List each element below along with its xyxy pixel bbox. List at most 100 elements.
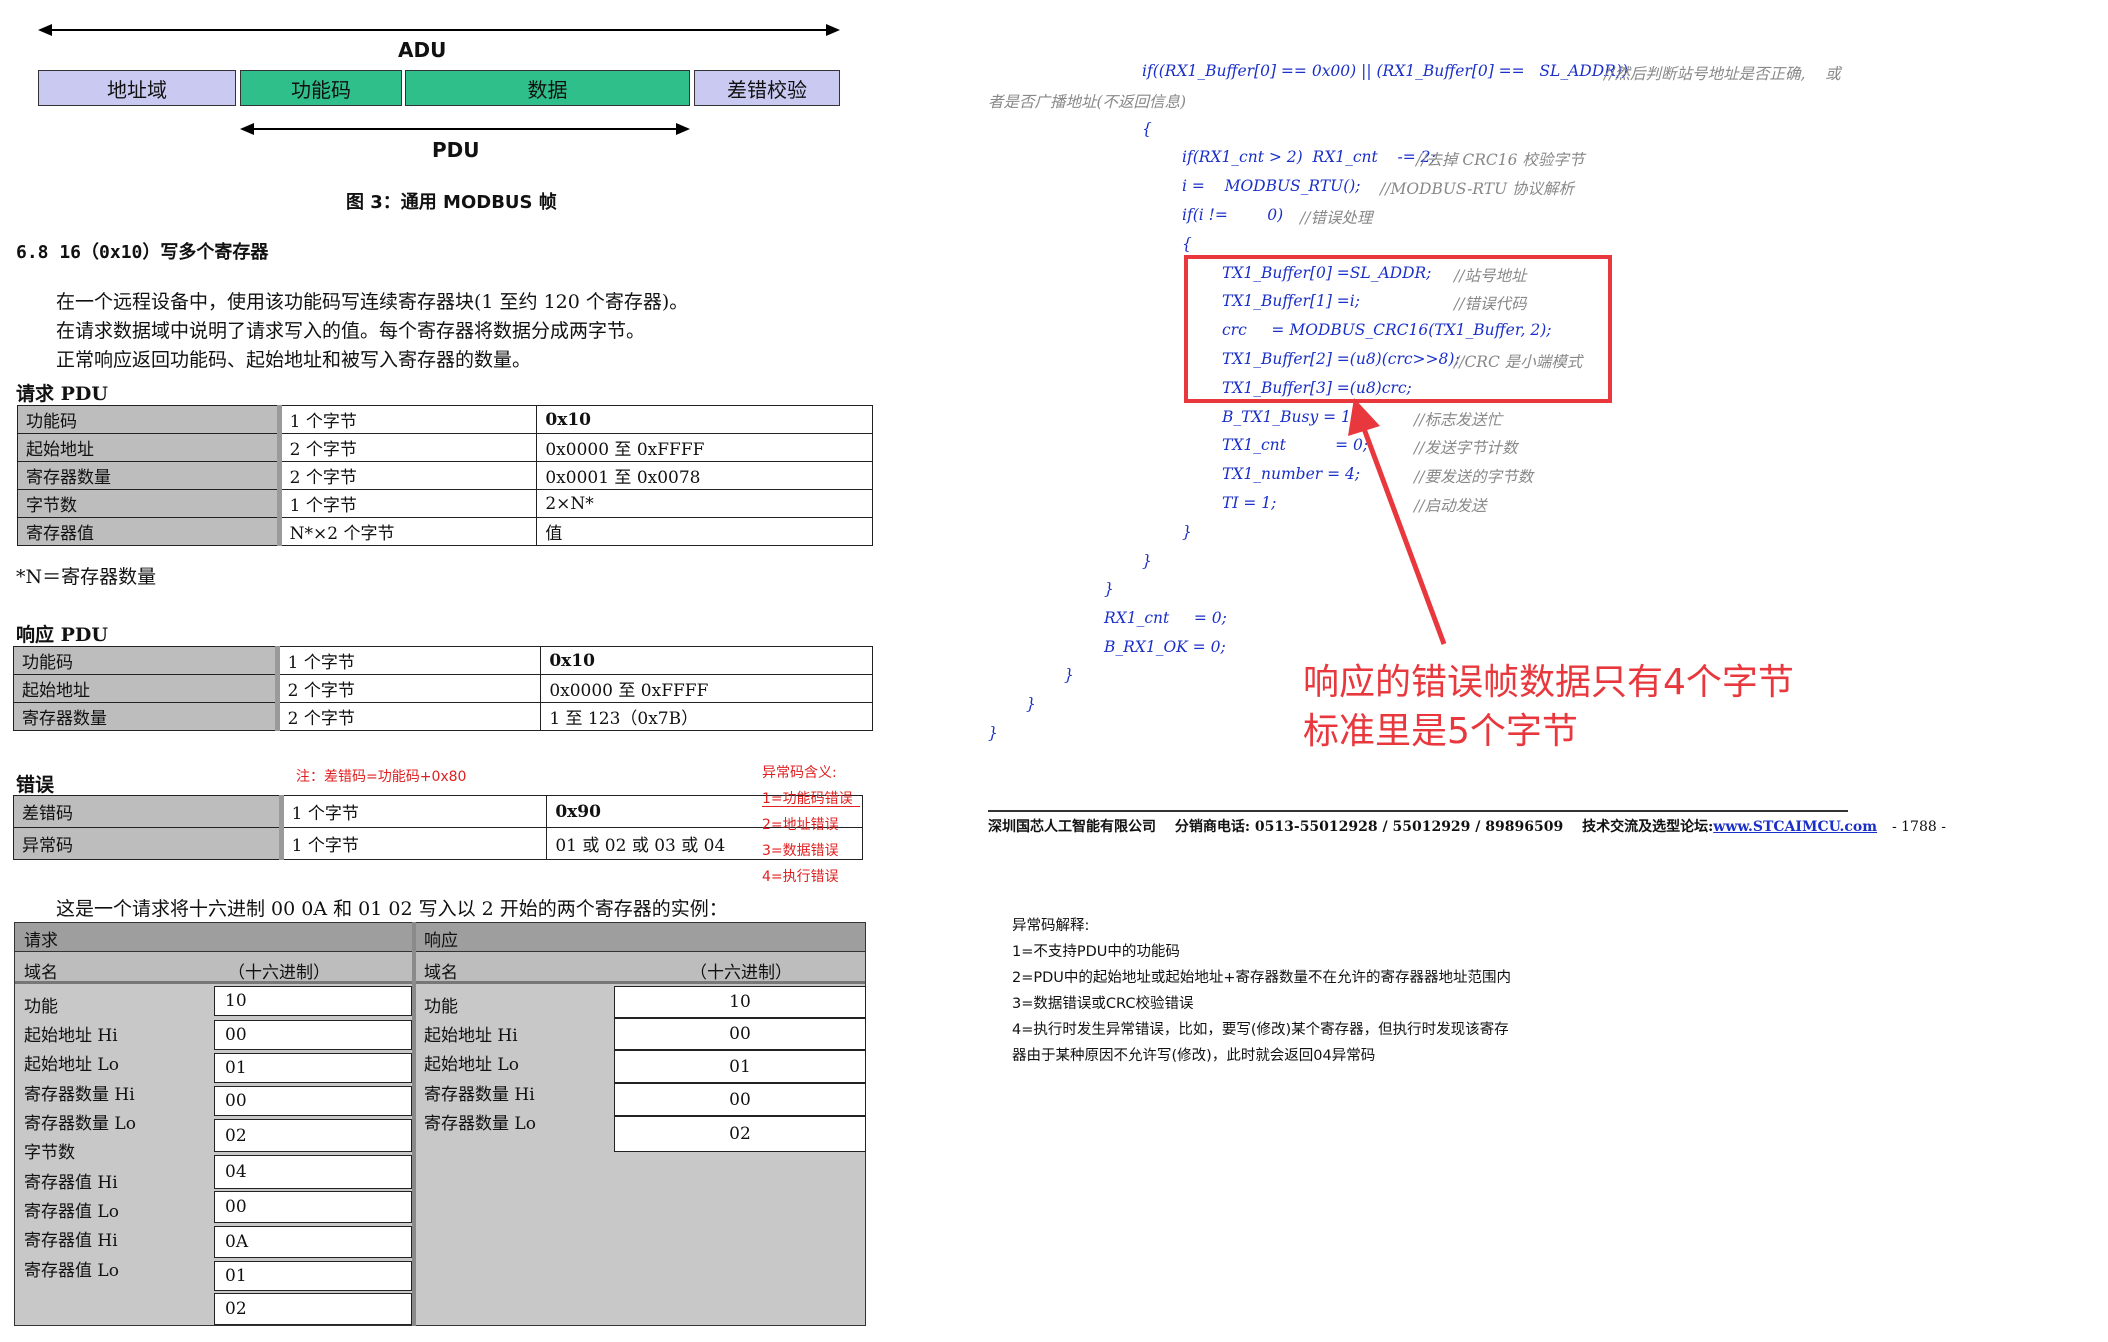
code-line: } [1026, 695, 1036, 713]
request-pdu-table: 功能码 1 个字节 0x10 起始地址 2 个字节 0x0000 至 0xFFFF 寄存… [17, 405, 873, 546]
field-value: 0x0000 至 0xFFFF [540, 674, 873, 703]
section-para-3: 正常响应返回功能码、起始地址和被写入寄存器的数量。 [56, 349, 532, 371]
footer-page-number: - 1788 - [1891, 819, 1946, 835]
error-pdu-title: 错误 [16, 774, 55, 796]
example-request-hex-label: （十六进制） [228, 963, 330, 983]
code-line: { [1142, 120, 1152, 138]
field-value: 0x0000 至 0xFFFF [536, 433, 873, 462]
example-response-field: 起始地址 Lo [424, 1055, 519, 1075]
table-row: 差错码 1 个字节 0x90 [13, 795, 863, 828]
example-intro: 这是一个请求将十六进制 00 0A 和 01 02 写入以 2 开始的两个寄存器… [56, 898, 728, 920]
explain-item: 器由于某种原因不允许写(修改)，此时就会返回04异常码 [1012, 1048, 1376, 1064]
example-response-hex-label: （十六进制） [690, 963, 792, 983]
exception-underline [762, 806, 860, 807]
example-response-value: 02 [614, 1116, 866, 1152]
exception-item: 1=功能码错误 [762, 791, 853, 807]
table-row: 功能码 1 个字节 0x10 [13, 646, 873, 675]
table-row: 异常码 1 个字节 01 或 02 或 03 或 04 [13, 827, 863, 860]
pdu-arrow-line [252, 128, 677, 130]
footer-forum-link[interactable]: www.STCAIMCU.com [1713, 819, 1877, 835]
field-name: 寄存器数量 [13, 702, 280, 731]
field-name: 起始地址 [13, 674, 280, 703]
pdu-arrow-right [676, 123, 690, 135]
example-request-value: 0A [214, 1226, 412, 1258]
error-note: 注：差错码=功能码+0x80 [296, 769, 467, 785]
example-response-field: 寄存器数量 Hi [424, 1085, 535, 1105]
explain-item: 2=PDU中的起始地址或起始地址+寄存器数量不在允许的寄存器器地址范围内 [1012, 970, 1512, 986]
annotation-arrow-head [1348, 398, 1380, 436]
code-line: B_RX1_OK = 0; [1104, 638, 1226, 656]
code-line: if(RX1_cnt > 2) RX1_cnt -= 2; [1182, 148, 1436, 166]
explain-title: 异常码解释: [1012, 918, 1090, 934]
field-size: 2 个字节 [278, 461, 538, 490]
code-line: } [1182, 523, 1192, 541]
adu-arrow-right [826, 24, 840, 36]
exception-item: 3=数据错误 [762, 843, 839, 859]
field-name: 寄存器值 [17, 517, 282, 546]
code-line: } [988, 724, 998, 742]
table-row: 功能码 1 个字节 0x10 [17, 405, 873, 434]
example-response-field: 寄存器数量 Lo [424, 1114, 536, 1134]
section-title: 6.8 16（0x10）写多个寄存器 [16, 242, 269, 263]
request-pdu-title: 请求 PDU [16, 383, 108, 405]
field-size: 2 个字节 [276, 702, 542, 731]
example-response-header: 响应 [424, 931, 458, 951]
field-size: N*×2 个字节 [278, 517, 538, 546]
field-name: 寄存器数量 [17, 461, 282, 490]
example-request-value: 00 [214, 1020, 412, 1050]
code-comment: //错误处理 [1300, 209, 1373, 227]
frame-box-address: 地址域 [38, 70, 236, 106]
field-name: 功能码 [13, 646, 280, 675]
section-para-2: 在请求数据域中说明了请求写入的值。每个寄存器将数据分成两字节。 [56, 320, 646, 342]
example-request-field: 寄存器数量 Lo [24, 1114, 136, 1134]
field-value: 0x0001 至 0x0078 [536, 461, 873, 490]
example-response-field-label: 域名 [424, 963, 458, 983]
frame-box-crc: 差错校验 [694, 70, 840, 106]
example-request-field: 寄存器数量 Hi [24, 1085, 135, 1105]
field-size: 1 个字节 [278, 405, 538, 434]
field-name: 差错码 [13, 795, 284, 828]
example-request-value: 01 [214, 1261, 412, 1291]
section-para-1: 在一个远程设备中，使用该功能码写连续寄存器块(1 至约 120 个寄存器)。 [56, 291, 689, 313]
example-request-field-label: 域名 [24, 963, 58, 983]
example-request-value: 10 [214, 986, 412, 1016]
field-size: 1 个字节 [280, 795, 548, 828]
field-value: 2×N* [536, 489, 873, 518]
response-pdu-title: 响应 PDU [16, 624, 108, 646]
field-value: 0x10 [540, 646, 873, 675]
field-value: 0x10 [536, 405, 873, 434]
example-divider [412, 922, 416, 1326]
code-line: } [1064, 666, 1074, 684]
example-request-field: 寄存器值 Hi [24, 1173, 118, 1193]
annotation-arrow-shaft [1360, 425, 1447, 645]
code-line: } [1104, 580, 1114, 598]
code-line: RX1_cnt = 0; [1104, 609, 1227, 627]
table-row: 字节数 1 个字节 2×N* [17, 489, 873, 518]
footer-phone: 分销商电话: 0513-55012928 / 55012929 / 898965… [1174, 819, 1564, 835]
code-line: i = MODBUS_RTU(); [1182, 177, 1361, 195]
highlight-box [1184, 255, 1612, 403]
annotation-arrow [1348, 398, 1447, 645]
field-name: 异常码 [13, 827, 284, 860]
footer-forum-label: 技术交流及选型论坛: [1582, 819, 1714, 835]
example-request-field: 寄存器值 Lo [24, 1202, 119, 1222]
field-size: 2 个字节 [276, 674, 542, 703]
example-request-field: 起始地址 Lo [24, 1055, 119, 1075]
explain-item: 3=数据错误或CRC校验错误 [1012, 996, 1194, 1012]
code-comment: //MODBUS-RTU 协议解析 [1380, 180, 1575, 198]
example-response-field: 功能 [424, 997, 458, 1017]
field-size: 1 个字节 [276, 646, 542, 675]
example-request-header: 请求 [24, 931, 58, 951]
example-request-value: 02 [214, 1293, 412, 1325]
pdu-label: PDU [432, 138, 480, 162]
annotation-line-2: 标准里是5个字节 [1303, 711, 1578, 752]
code-line: TI = 1; [1222, 494, 1277, 512]
exception-title: 异常码含义: [762, 765, 837, 781]
code-comment: //去掉 CRC16 校验字节 [1416, 151, 1585, 169]
code-comment: 者是否广播地址(不返回信息) [988, 93, 1187, 111]
adu-arrow-line [50, 29, 830, 31]
field-size: 2 个字节 [278, 433, 538, 462]
field-name: 起始地址 [17, 433, 282, 462]
example-request-value: 02 [214, 1119, 412, 1152]
code-line: if(i != 0) [1182, 206, 1284, 224]
